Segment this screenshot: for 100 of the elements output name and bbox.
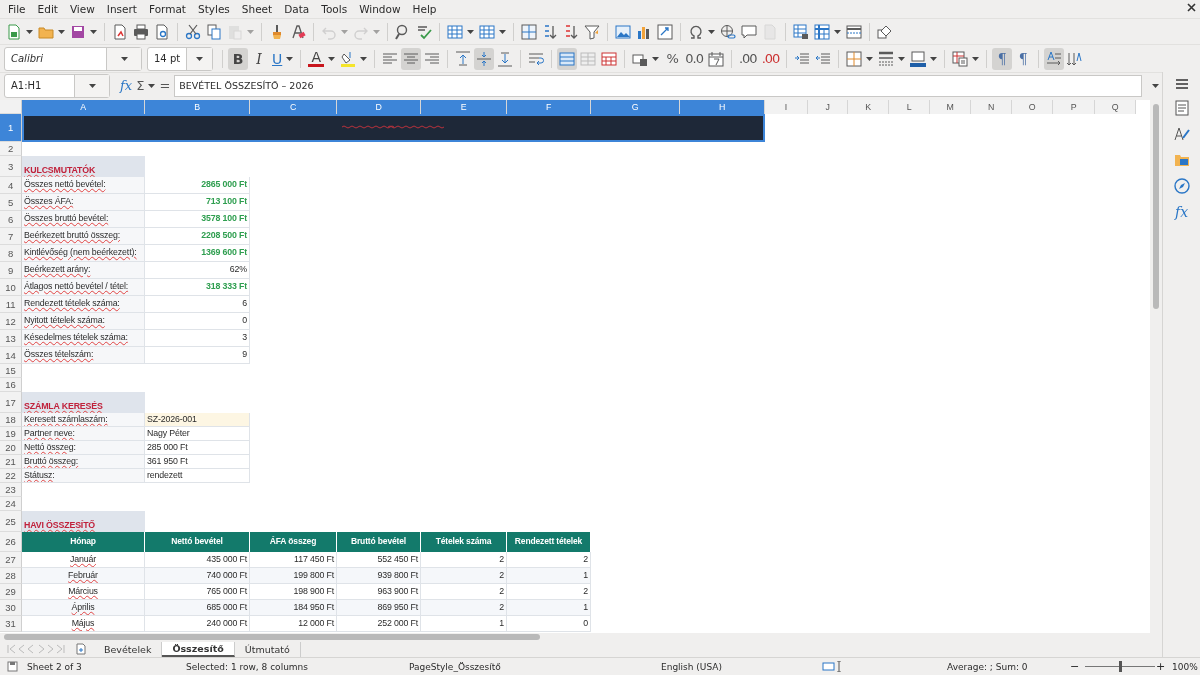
merge-center-button[interactable] xyxy=(557,47,578,70)
row-header[interactable]: 27 xyxy=(0,552,22,568)
caret-icon[interactable] xyxy=(499,29,506,34)
column-header[interactable]: A xyxy=(22,100,145,114)
column-header[interactable]: E xyxy=(421,100,507,114)
row-header[interactable]: 2 xyxy=(0,142,22,156)
menu-item[interactable]: View xyxy=(63,3,101,15)
row-header[interactable]: 29 xyxy=(0,584,22,600)
column-header[interactable]: G xyxy=(591,100,680,114)
menu-item[interactable]: Data xyxy=(278,3,316,15)
column-header[interactable]: N xyxy=(971,100,1012,114)
column-header[interactable]: L xyxy=(889,100,930,114)
caret-icon[interactable] xyxy=(467,29,474,34)
pen-icon[interactable] xyxy=(1173,126,1190,142)
caret-icon[interactable] xyxy=(360,56,368,61)
row-header[interactable]: 31 xyxy=(0,616,22,632)
row-header[interactable]: 21 xyxy=(0,455,22,469)
column-header[interactable]: J xyxy=(808,100,848,114)
text-ltr-button[interactable] xyxy=(1044,47,1065,70)
caret-icon[interactable] xyxy=(26,29,33,34)
row-header[interactable]: 13 xyxy=(0,330,22,347)
caret-icon[interactable] xyxy=(58,29,65,34)
sum-button[interactable]: Σ xyxy=(136,78,145,93)
row-header[interactable]: 23 xyxy=(0,483,22,497)
right-to-left-button[interactable]: ¶ xyxy=(1013,47,1034,70)
row-header[interactable]: 22 xyxy=(0,469,22,483)
column-header[interactable]: M xyxy=(930,100,971,114)
column-header[interactable]: D xyxy=(337,100,421,114)
input-cell[interactable]: SZ-2026-001 xyxy=(145,413,250,427)
close-icon[interactable] xyxy=(1187,3,1196,12)
menu-item[interactable]: File xyxy=(2,3,32,15)
row-header[interactable]: 18 xyxy=(0,413,22,427)
row-header[interactable]: 16 xyxy=(0,378,22,392)
font-color-button[interactable]: A xyxy=(306,47,338,70)
menu-item[interactable]: Insert xyxy=(100,3,143,15)
percent-button[interactable]: % xyxy=(662,47,683,70)
column-header[interactable]: I xyxy=(765,100,808,114)
gallery-icon[interactable] xyxy=(1173,152,1190,168)
caret-icon[interactable] xyxy=(88,83,96,88)
valign-center-button[interactable] xyxy=(474,47,495,70)
row-header[interactable]: 7 xyxy=(0,228,22,245)
formula-input[interactable]: BEVÉTEL ÖSSZESÍTŐ – 2026 xyxy=(174,74,1142,97)
row-header[interactable]: 6 xyxy=(0,211,22,228)
menu-item[interactable]: Styles xyxy=(192,3,236,15)
row-header[interactable]: 11 xyxy=(0,296,22,313)
sheet-tab[interactable]: Útmutató xyxy=(234,641,301,657)
formula-button[interactable]: = xyxy=(159,78,171,93)
row-header[interactable]: 24 xyxy=(0,497,22,511)
menu-item[interactable]: Edit xyxy=(31,3,64,15)
caret-icon[interactable] xyxy=(328,56,336,61)
italic-button[interactable]: I xyxy=(249,47,269,70)
caret-icon[interactable] xyxy=(1151,83,1159,88)
delete-decimal-button[interactable]: .00 xyxy=(759,47,782,70)
menu-item[interactable]: Help xyxy=(406,3,443,15)
function-wizard-button[interactable]: fx xyxy=(120,78,133,93)
row-header[interactable]: 20 xyxy=(0,441,22,455)
add-sheet-icon[interactable] xyxy=(76,643,86,655)
row-header[interactable]: 25 xyxy=(0,511,22,532)
functions-button[interactable]: fx xyxy=(1174,204,1189,220)
name-box[interactable]: A1:H1 xyxy=(4,73,110,98)
column-header[interactable]: B xyxy=(145,100,250,114)
bold-button[interactable]: B xyxy=(228,47,248,70)
caret-icon[interactable] xyxy=(972,56,980,61)
column-header[interactable]: O xyxy=(1012,100,1053,114)
number-format-button[interactable]: 0.0 xyxy=(683,47,705,70)
row-header[interactable]: 17 xyxy=(0,392,22,413)
view-layout-icon[interactable] xyxy=(822,661,844,672)
column-header[interactable]: Q xyxy=(1095,100,1136,114)
caret-icon[interactable] xyxy=(652,56,660,61)
caret-icon[interactable] xyxy=(148,83,156,88)
caret-icon[interactable] xyxy=(866,56,874,61)
column-header[interactable]: F xyxy=(507,100,591,114)
row-header[interactable]: 1 xyxy=(0,114,22,142)
column-header[interactable]: H xyxy=(680,100,765,114)
row-header[interactable]: 12 xyxy=(0,313,22,330)
zoom-in-button[interactable]: + xyxy=(1156,660,1166,673)
zoom-slider[interactable] xyxy=(1085,661,1155,673)
column-header[interactable]: P xyxy=(1053,100,1095,114)
menu-item[interactable]: Sheet xyxy=(235,3,279,15)
scrollbar-thumb[interactable] xyxy=(4,634,540,640)
menu-item[interactable]: Format xyxy=(142,3,192,15)
align-center-button[interactable] xyxy=(401,47,422,70)
column-header[interactable]: C xyxy=(250,100,337,114)
caret-icon[interactable] xyxy=(708,29,715,34)
row-header[interactable]: 5 xyxy=(0,194,22,211)
caret-icon[interactable] xyxy=(930,56,938,61)
row-header[interactable]: 8 xyxy=(0,245,22,262)
row-header[interactable]: 9 xyxy=(0,262,22,279)
sheet-tab[interactable]: Összesítő xyxy=(162,641,235,657)
caret-icon[interactable] xyxy=(286,56,294,61)
menu-icon[interactable] xyxy=(1174,78,1189,90)
row-header[interactable]: 26 xyxy=(0,532,22,552)
font-name-field[interactable]: Calibri xyxy=(4,46,142,71)
underline-button[interactable]: U xyxy=(270,47,296,70)
menu-item[interactable]: Window xyxy=(353,3,407,15)
row-header[interactable]: 4 xyxy=(0,177,22,194)
zoom-out-button[interactable]: − xyxy=(1070,660,1080,673)
add-decimal-button[interactable]: .00 xyxy=(736,47,759,70)
column-header[interactable]: K xyxy=(848,100,889,114)
caret-icon[interactable] xyxy=(834,29,841,34)
